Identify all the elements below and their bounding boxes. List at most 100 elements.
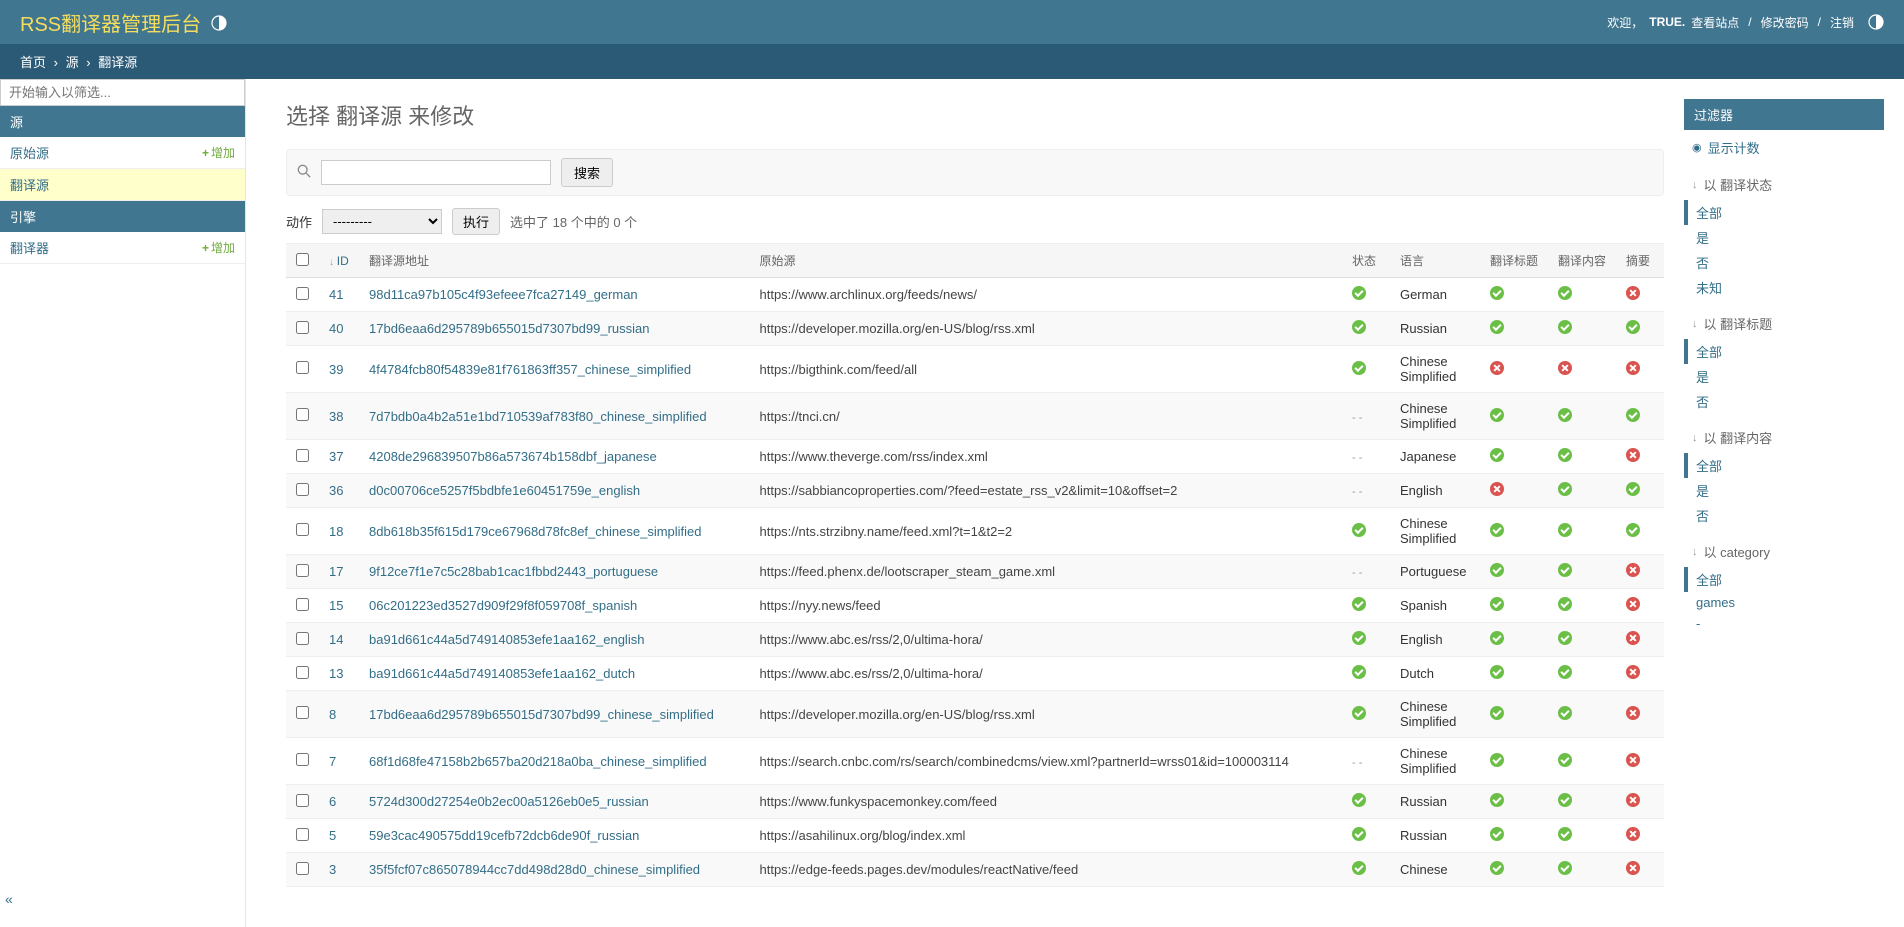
toggle-counts[interactable]: 显示计数 [1684,130,1884,161]
row-checkbox[interactable] [296,828,309,841]
row-addr-link[interactable]: ba91d661c44a5d749140853efe1aa162_english [369,632,644,647]
sidebar-collapse-icon[interactable]: « [5,891,13,907]
sidebar-item-label[interactable]: 翻译源 [10,175,49,194]
row-addr-link[interactable]: 98d11ca97b105c4f93efeee7fca27149_german [369,287,638,302]
row-id-link[interactable]: 39 [329,362,343,377]
sidebar-item-label[interactable]: 翻译器 [10,238,49,257]
breadcrumb-home[interactable]: 首页 [20,55,46,70]
row-id-link[interactable]: 15 [329,598,343,613]
row-id-link[interactable]: 14 [329,632,343,647]
row-addr-link[interactable]: d0c00706ce5257f5bdbfe1e60451759e_english [369,483,640,498]
view-site-link[interactable]: 查看站点 [1691,14,1739,31]
col-addr[interactable]: 翻译源地址 [359,244,749,278]
filter-title[interactable]: 以 翻译状态 [1684,169,1884,200]
row-checkbox[interactable] [296,753,309,766]
filter-option[interactable]: 是 [1684,478,1884,503]
row-checkbox[interactable] [296,794,309,807]
select-all-checkbox[interactable] [296,253,309,266]
row-addr-link[interactable]: 9f12ce7f1e7c5c28bab1cac1fbbd2443_portugu… [369,564,658,579]
row-addr-link[interactable]: 17bd6eaa6d295789b655015d7307bd99_chinese… [369,707,714,722]
row-id-link[interactable]: 36 [329,483,343,498]
sidebar-item-label[interactable]: 原始源 [10,143,49,162]
row-id-link[interactable]: 37 [329,449,343,464]
sidebar-filter-input[interactable] [0,79,245,106]
filter-option[interactable]: 全部 [1684,200,1884,225]
row-id-link[interactable]: 13 [329,666,343,681]
row-checkbox[interactable] [296,862,309,875]
row-id-link[interactable]: 6 [329,794,336,809]
search-input[interactable] [321,160,551,185]
col-summary[interactable]: 摘要 [1616,244,1664,278]
col-origin[interactable]: 原始源 [749,244,1341,278]
row-id-link[interactable]: 3 [329,862,336,877]
row-addr-link[interactable]: 7d7bdb0a4b2a51e1bd710539af783f80_chinese… [369,409,707,424]
sidebar-item[interactable]: 翻译器 增加 [0,232,245,264]
change-password-link[interactable]: 修改密码 [1761,14,1809,31]
filter-option[interactable]: 是 [1684,225,1884,250]
row-checkbox[interactable] [296,523,309,536]
row-checkbox[interactable] [296,483,309,496]
row-id-link[interactable]: 8 [329,707,336,722]
action-select[interactable]: --------- [322,209,442,234]
row-checkbox[interactable] [296,408,309,421]
col-status[interactable]: 状态 [1342,244,1390,278]
theme-toggle-icon-right[interactable] [1868,14,1884,30]
row-id-link[interactable]: 40 [329,321,343,336]
row-id-link[interactable]: 38 [329,409,343,424]
filter-option[interactable]: - [1684,613,1884,634]
row-addr-link[interactable]: 59e3cac490575dd19cefb72dcb6de90f_russian [369,828,639,843]
table-row: 3 35f5fcf07c865078944cc7dd498d28d0_chines… [286,853,1664,887]
sidebar-add-link[interactable]: 增加 [202,239,235,256]
sidebar-item[interactable]: 翻译源 [0,169,245,201]
col-tcontent[interactable]: 翻译内容 [1548,244,1616,278]
row-addr-link[interactable]: 35f5fcf07c865078944cc7dd498d28d0_chinese… [369,862,700,877]
row-id-link[interactable]: 18 [329,524,343,539]
filter-option[interactable]: games [1684,592,1884,613]
row-id-link[interactable]: 41 [329,287,343,302]
row-checkbox[interactable] [296,287,309,300]
row-checkbox[interactable] [296,632,309,645]
row-addr-link[interactable]: 68f1d68fe47158b2b657ba20d218a0ba_chinese… [369,754,707,769]
logout-link[interactable]: 注销 [1830,14,1854,31]
filter-option[interactable]: 是 [1684,364,1884,389]
filter-option[interactable]: 未知 [1684,275,1884,300]
row-id-link[interactable]: 17 [329,564,343,579]
col-id[interactable]: ID [319,244,359,278]
row-checkbox[interactable] [296,564,309,577]
go-button[interactable]: 执行 [452,208,500,235]
row-checkbox[interactable] [296,321,309,334]
row-addr-link[interactable]: 5724d300d27254e0b2ec00a5126eb0e5_russian [369,794,649,809]
row-checkbox[interactable] [296,706,309,719]
theme-toggle-icon[interactable] [211,14,227,30]
row-addr-link[interactable]: 4208de296839507b86a573674b158dbf_japanes… [369,449,657,464]
search-button[interactable]: 搜索 [561,158,613,187]
filter-option[interactable]: 否 [1684,389,1884,414]
filter-option[interactable]: 否 [1684,250,1884,275]
col-ttitle[interactable]: 翻译标题 [1480,244,1548,278]
filter-option[interactable]: 否 [1684,503,1884,528]
filter-title[interactable]: 以 翻译内容 [1684,422,1884,453]
sidebar-item[interactable]: 原始源 增加 [0,137,245,169]
row-checkbox[interactable] [296,361,309,374]
row-id-link[interactable]: 7 [329,754,336,769]
row-id-link[interactable]: 5 [329,828,336,843]
sidebar-add-link[interactable]: 增加 [202,144,235,161]
check-icon [1558,320,1572,334]
filter-title[interactable]: 以 翻译标题 [1684,308,1884,339]
row-checkbox[interactable] [296,449,309,462]
row-addr-link[interactable]: 4f4784fcb80f54839e81f761863ff357_chinese… [369,362,691,377]
filter-option[interactable]: 全部 [1684,567,1884,592]
row-addr-link[interactable]: ba91d661c44a5d749140853efe1aa162_dutch [369,666,635,681]
row-addr-link[interactable]: 17bd6eaa6d295789b655015d7307bd99_russian [369,321,650,336]
col-lang[interactable]: 语言 [1390,244,1480,278]
filter-caption: 过滤器 [1684,99,1884,130]
row-checkbox[interactable] [296,598,309,611]
brand[interactable]: RSS翻译器管理后台 [20,8,227,37]
row-addr-link[interactable]: 06c201223ed3527d909f29f8f059708f_spanish [369,598,637,613]
filter-title[interactable]: 以 category [1684,536,1884,567]
row-checkbox[interactable] [296,666,309,679]
row-addr-link[interactable]: 8db618b35f615d179ce67968d78fc8ef_chinese… [369,524,702,539]
filter-option[interactable]: 全部 [1684,339,1884,364]
breadcrumb-app[interactable]: 源 [66,55,79,70]
filter-option[interactable]: 全部 [1684,453,1884,478]
